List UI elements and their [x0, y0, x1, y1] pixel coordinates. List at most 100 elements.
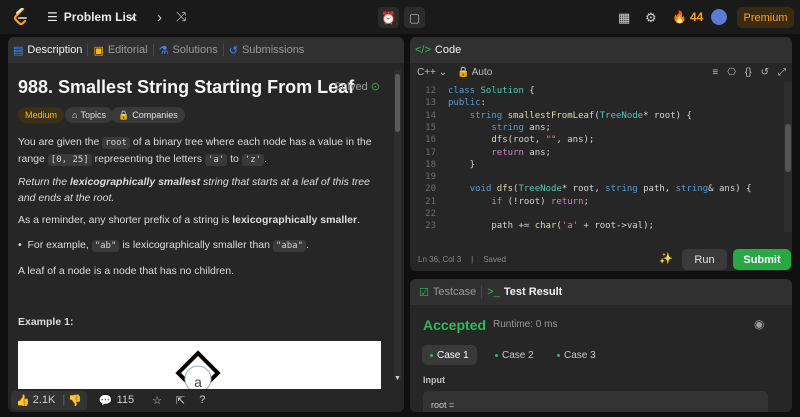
bookmark-icon[interactable]: ⎔: [727, 67, 736, 78]
code-token: + root->val);: [578, 221, 654, 232]
paragraph-leaf: A leaf of a node is a node that has no c…: [18, 265, 234, 277]
scrollbar-thumb[interactable]: [785, 124, 791, 172]
submit-button[interactable]: Submit: [733, 249, 791, 270]
code-line[interactable]: 19: [410, 172, 448, 184]
code-token: ;: [583, 196, 589, 207]
tab-code[interactable]: </> Code: [410, 44, 466, 56]
streak-counter[interactable]: 🔥 44: [672, 10, 703, 24]
scrollbar-thumb[interactable]: [395, 74, 400, 132]
solved-status: Solved ⊙: [334, 80, 380, 93]
inline-code: root: [102, 137, 130, 149]
tab-test-result-label: Test Result: [503, 286, 563, 298]
comments-button[interactable]: 💬 115: [99, 394, 134, 407]
line-number: 14: [425, 110, 436, 121]
code-token: string: [491, 122, 530, 133]
tab-testcase[interactable]: ☑ Testcase: [414, 286, 481, 299]
sparkle-icon[interactable]: ✨: [659, 252, 673, 265]
note-button[interactable]: ▢: [404, 7, 425, 28]
code-line[interactable]: 13 public:: [410, 98, 486, 110]
code-token: :: [480, 98, 486, 109]
tab-description[interactable]: ▤ Description: [8, 44, 87, 57]
solved-label: Solved: [334, 81, 368, 93]
inline-code: "ab": [91, 240, 120, 252]
code-line[interactable]: 20 void dfs(TreeNode * root, string path,…: [410, 184, 751, 196]
language-select[interactable]: C++ ⌄: [417, 67, 447, 78]
premium-button[interactable]: Premium: [737, 7, 794, 28]
expand-icon[interactable]: ⤢: [778, 67, 786, 78]
code-line[interactable]: 16 dfs (root, "", ans);: [410, 135, 594, 147]
case-tab-3[interactable]: Case 3: [549, 345, 604, 365]
save-status: Saved: [483, 255, 506, 264]
tab-code-label: Code: [434, 44, 462, 56]
editor-status: Ln 36, Col 3 | Saved: [418, 255, 506, 264]
code-editor[interactable]: 12 class Solution {13 public: 14 string sma…: [410, 82, 780, 232]
problem-list-button[interactable]: ☰ Problem List: [47, 10, 136, 24]
chevron-left-icon[interactable]: ‹: [131, 10, 136, 25]
code-line[interactable]: 17 return ans;: [410, 148, 551, 160]
language-value: C++: [417, 66, 436, 78]
runtime-text: Runtime: 0 ms: [493, 319, 558, 330]
input-field[interactable]: root =: [423, 391, 768, 412]
alarm-button[interactable]: ⏰: [378, 7, 399, 28]
tab-solutions[interactable]: ⚗ Solutions: [154, 44, 223, 57]
code-line[interactable]: 22: [410, 209, 448, 221]
case-tab-1[interactable]: Case 1: [422, 345, 477, 365]
tab-description-label: Description: [27, 44, 83, 56]
code-line[interactable]: 15 string ans;: [410, 123, 551, 135]
divider: |: [62, 394, 66, 406]
text: You are given the: [18, 136, 103, 148]
comment-icon: 💬: [98, 394, 113, 407]
code-line[interactable]: 23 path += char('a' + root->val);: [410, 221, 654, 232]
shuffle-icon[interactable]: ⤨: [176, 10, 186, 23]
comment-count: 115: [116, 394, 135, 406]
gear-icon[interactable]: ⚙: [645, 11, 657, 24]
tab-submissions[interactable]: ↺ Submissions: [224, 44, 310, 57]
like-count: 2.1K: [32, 394, 56, 406]
example-tree-image: a: [18, 341, 381, 389]
tab-editorial[interactable]: ▣ Editorial: [88, 44, 152, 57]
code-token: TreeNode: [518, 184, 562, 195]
page-title[interactable]: 988. Smallest String Starting From Leaf: [18, 77, 354, 98]
code-line[interactable]: 21 if (!root) return;: [410, 197, 589, 209]
avatar[interactable]: [711, 9, 727, 25]
line-number: 12: [425, 86, 436, 96]
description-scrollbar[interactable]: ▼: [394, 70, 401, 382]
code-line[interactable]: 14 string smallestFromLeaf(TreeNode * roo…: [410, 111, 692, 123]
example-heading: Example 1:: [18, 316, 74, 328]
leetcode-logo-icon[interactable]: [13, 8, 29, 26]
lock-icon: 🔒: [118, 109, 130, 120]
braces-icon[interactable]: {}: [745, 67, 752, 78]
companies-chip[interactable]: 🔒 Companies: [111, 107, 185, 123]
code-scrollbar[interactable]: [784, 82, 792, 232]
run-button[interactable]: Run: [682, 249, 727, 270]
code-token: Solution: [480, 86, 524, 96]
code-line[interactable]: 18 }: [410, 160, 475, 172]
eye-icon[interactable]: ◉: [754, 317, 764, 331]
help-icon[interactable]: ?: [199, 394, 205, 406]
format-icon[interactable]: ≡: [712, 67, 718, 78]
note-icon: ▢: [408, 10, 421, 25]
divider: |: [471, 255, 474, 264]
tab-solutions-label: Solutions: [172, 44, 218, 56]
code-icon: </>: [415, 44, 431, 56]
code-token: if: [491, 196, 508, 207]
chevron-right-icon[interactable]: ›: [157, 10, 162, 25]
tab-test-result[interactable]: >_ Test Result: [482, 286, 567, 298]
like-button[interactable]: 👍 2.1K | 👎: [11, 390, 87, 410]
text: .: [357, 214, 361, 226]
mode-select[interactable]: 🔒 Auto: [457, 67, 492, 78]
code-token: {: [523, 86, 535, 96]
topics-chip[interactable]: ⌂ Topics: [65, 107, 113, 123]
share-icon[interactable]: ⇱: [176, 394, 185, 407]
grid-icon[interactable]: ▦: [618, 11, 630, 24]
verdict-text: Accepted: [423, 317, 487, 333]
thumbs-down-icon[interactable]: 👎: [68, 394, 82, 407]
case-tab-2[interactable]: Case 2: [487, 345, 542, 365]
star-icon[interactable]: ☆: [152, 394, 162, 407]
line-number: 16: [425, 135, 436, 146]
reset-icon[interactable]: ↺: [761, 67, 769, 78]
scroll-down-icon[interactable]: ▼: [394, 375, 401, 382]
code-line[interactable]: 12 class Solution {: [410, 86, 535, 98]
case-label: Case 2: [502, 349, 534, 361]
